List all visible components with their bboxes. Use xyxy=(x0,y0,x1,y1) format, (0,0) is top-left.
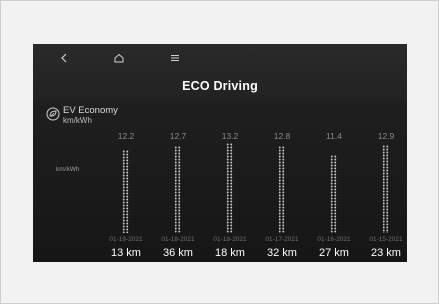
bar xyxy=(174,146,181,233)
top-bar: ECO Driving xyxy=(33,44,407,100)
bar-value-label: 12.8 xyxy=(273,131,291,141)
bar xyxy=(382,145,389,233)
bar-track xyxy=(330,143,337,233)
chevron-left-icon xyxy=(61,53,67,63)
bar-value-label: 11.4 xyxy=(326,131,342,141)
bar-track xyxy=(278,143,285,233)
bar-column: 12.9 01-15-2021 23 km xyxy=(358,131,407,261)
bar-distance-label: 32 km xyxy=(267,247,297,259)
bar xyxy=(330,155,337,233)
chart-area: EV Economy km/kWh km/kWh 12.2 01-19-2021 1… xyxy=(33,100,407,262)
home-icon xyxy=(114,53,124,63)
bar-date-label: 01-17-2021 xyxy=(265,236,299,243)
bar-value-label: 12.9 xyxy=(377,131,395,141)
bar xyxy=(226,143,233,233)
back-button[interactable] xyxy=(52,48,76,68)
bar-date-label: 01-18-2021 xyxy=(213,236,247,243)
bar-distance-label: 27 km xyxy=(319,247,349,259)
bar xyxy=(278,146,285,233)
page-title: ECO Driving xyxy=(182,79,258,93)
y-axis-label: km/kWh xyxy=(56,166,80,173)
bar-track xyxy=(226,143,233,233)
bar-column: 12.7 01-18-2021 36 km xyxy=(150,131,206,261)
bar-distance-label: 13 km xyxy=(111,247,141,259)
ev-economy-header: EV Economy km/kWh xyxy=(46,106,118,125)
menu-icon xyxy=(171,55,179,61)
eco-driving-screen: ECO Driving EV Economy km/kWh km/kWh 12.… xyxy=(33,44,407,262)
home-button[interactable] xyxy=(107,48,131,68)
bar-date-label: 01-18-2021 xyxy=(161,236,195,243)
menu-button[interactable] xyxy=(163,48,187,68)
bar-date-label: 01-16-2021 xyxy=(317,236,351,243)
bar-date-label: 01-19-2021 xyxy=(109,236,143,243)
ev-economy-label: EV Economy xyxy=(63,105,118,116)
bar-column: 11.4 01-16-2021 27 km xyxy=(306,131,362,261)
bar-track xyxy=(174,143,181,233)
bar-track xyxy=(122,143,129,233)
bar xyxy=(122,150,129,233)
bar-distance-label: 23 km xyxy=(371,247,401,259)
bar-distance-label: 36 km xyxy=(163,247,193,259)
bar-value-label: 12.2 xyxy=(117,131,135,141)
bar-distance-label: 18 km xyxy=(215,247,245,259)
bar-column: 12.8 01-17-2021 32 km xyxy=(254,131,310,261)
ev-economy-unit: km/kWh xyxy=(63,116,92,125)
leaf-gauge-icon xyxy=(46,107,60,121)
bar-value-label: 12.7 xyxy=(169,131,187,141)
bar-track xyxy=(382,143,389,233)
bar-column: 12.2 01-19-2021 13 km xyxy=(98,131,154,261)
bar-date-label: 01-15-2021 xyxy=(369,236,403,243)
bar-value-label: 13.2 xyxy=(221,131,239,141)
bar-column: 13.2 01-18-2021 18 km xyxy=(202,131,258,261)
